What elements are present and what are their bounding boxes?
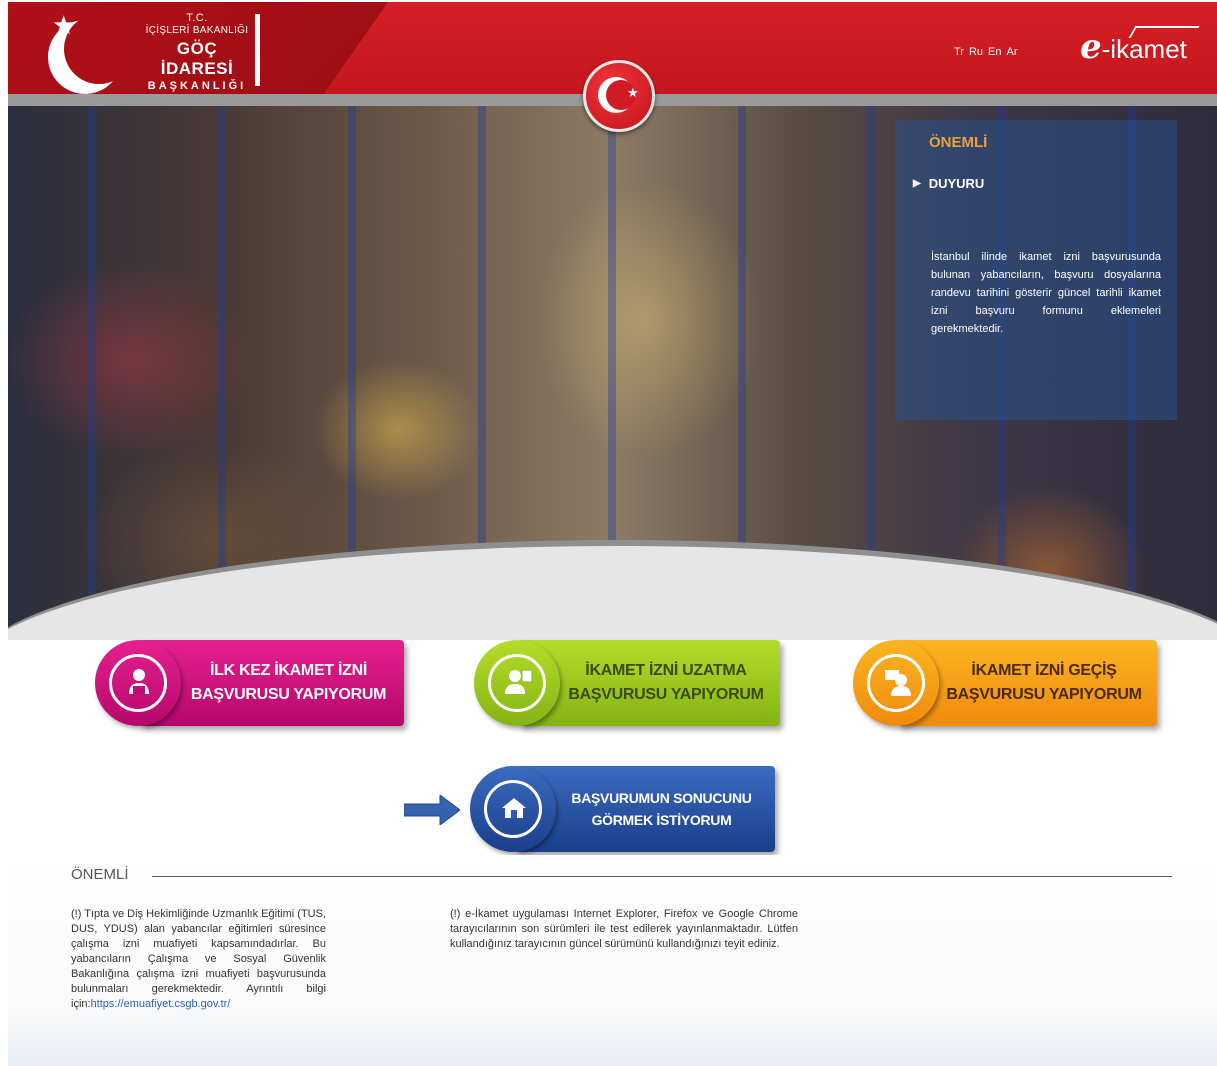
button-label-line2: BAŞVURUSU YAPIYORUM xyxy=(568,686,764,703)
button-label: BAŞVURUMUN SONUCUNU GÖRMEK İSTİYORUM xyxy=(560,766,763,852)
person-card-icon xyxy=(885,670,911,696)
lang-ar[interactable]: Ar xyxy=(1007,46,1018,58)
hero-banner: ÖNEMLİ ▶ DUYURU İstanbul ilinde ikamet i… xyxy=(8,100,1217,640)
button-label-line2: GÖRMEK İSTİYORUM xyxy=(591,812,732,828)
lang-tr[interactable]: Tr xyxy=(954,46,964,58)
brand-prefix: e xyxy=(1080,27,1102,67)
turkish-flag-badge: ★ xyxy=(583,60,655,132)
arrow-right-icon xyxy=(404,795,460,825)
lang-en[interactable]: En xyxy=(988,46,1001,58)
important-heading: ÖNEMLİ xyxy=(71,866,129,883)
lang-ru[interactable]: Ru xyxy=(969,46,983,58)
extension-application-button[interactable]: İKAMET İZNİ UZATMA BAŞVURUSU YAPIYORUM xyxy=(474,640,780,726)
first-application-button[interactable]: İLK KEZ İKAMET İZNİ BAŞVURUSU YAPIYORUM xyxy=(95,640,404,726)
triangle-right-icon: ▶ xyxy=(913,178,921,189)
button-label: İKAMET İZNİ UZATMA BAŞVURUSU YAPIYORUM xyxy=(564,640,768,726)
heading-divider xyxy=(152,876,1172,877)
note1-text: (!) Tıpta ve Diş Hekimliğinde Uzmanlık E… xyxy=(71,908,326,1010)
note-tus-dus: (!) Tıpta ve Diş Hekimliğinde Uzmanlık E… xyxy=(71,907,326,1012)
flag-star-icon: ★ xyxy=(627,85,639,100)
logo-line-ministry: İÇİŞLERİ BAKANLIĞI xyxy=(145,25,249,36)
button-circle xyxy=(95,640,181,726)
roof-icon xyxy=(1128,26,1200,38)
button-label-line2: BAŞVURUSU YAPIYORUM xyxy=(190,686,387,703)
button-circle xyxy=(470,766,556,852)
button-label-line1: İKAMET İZNİ UZATMA xyxy=(585,662,747,679)
note2-text: (!) e-İkamet uygulaması Internet Explore… xyxy=(450,908,798,950)
button-label-line1: İLK KEZ İKAMET İZNİ xyxy=(210,662,367,679)
notice-title: ÖNEMLİ xyxy=(929,134,988,151)
application-result-button[interactable]: BAŞVURUMUN SONUCUNU GÖRMEK İSTİYORUM xyxy=(470,766,775,852)
notice-item-duyuru[interactable]: ▶ DUYURU xyxy=(913,176,984,191)
logo-text: T.C. İÇİŞLERİ BAKANLIĞI GÖÇ İDARESİ BAŞK… xyxy=(142,12,252,92)
notice-panel: ÖNEMLİ ▶ DUYURU İstanbul ilinde ikamet i… xyxy=(895,120,1177,420)
button-label-line2: BAŞVURUSU YAPIYORUM xyxy=(946,686,1142,703)
button-circle xyxy=(474,640,560,726)
notice-text: İstanbul ilinde ikamet izni başvurusunda… xyxy=(931,251,1161,335)
button-label: İKAMET İZNİ GEÇİŞ BAŞVURUSU YAPIYORUM xyxy=(943,640,1145,726)
logo-line-goc: GÖÇ İDARESİ xyxy=(160,39,234,78)
logo-divider xyxy=(255,14,260,86)
transfer-application-button[interactable]: İKAMET İZNİ GEÇİŞ BAŞVURUSU YAPIYORUM xyxy=(853,640,1157,726)
notice-item-label: DUYURU xyxy=(928,176,985,191)
house-icon xyxy=(502,798,526,818)
person-document-icon xyxy=(505,669,533,694)
note-browser: (!) e-İkamet uygulaması Internet Explore… xyxy=(450,907,798,952)
emuafiyet-link[interactable]: https://emuafiyet.csgb.gov.tr/ xyxy=(91,998,231,1010)
button-label-line1: İKAMET İZNİ GEÇİŞ xyxy=(971,662,1117,679)
star-icon: ★ xyxy=(52,10,76,40)
logo-line-baskanlik: BAŞKANLIĞI xyxy=(147,80,247,92)
logo-line-tc: T.C. xyxy=(186,12,208,24)
button-label: İLK KEZ İKAMET İZNİ BAŞVURUSU YAPIYORUM xyxy=(185,640,392,726)
brand-suffix: -ikamet xyxy=(1101,34,1187,64)
button-label-line1: BAŞVURUMUN SONUCUNU xyxy=(571,790,752,806)
person-laptop-icon xyxy=(129,669,149,694)
button-circle xyxy=(853,640,939,726)
language-selector: Tr Ru En Ar xyxy=(954,46,1018,58)
e-ikamet-logo[interactable]: e -ikamet xyxy=(1080,26,1200,67)
